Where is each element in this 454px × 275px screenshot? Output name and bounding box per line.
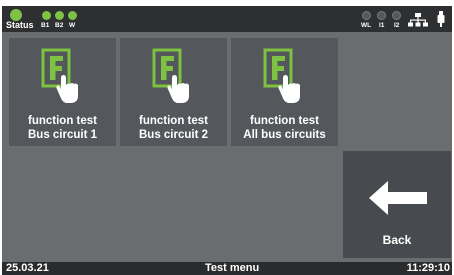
screen: Status B1 B2 W WL I1 I2 function test Bu… [2, 6, 452, 275]
indicator-label-wl: WL [361, 22, 372, 29]
indicator-led-w [68, 11, 77, 20]
function-test-bus-circuit-1-button[interactable]: function test Bus circuit 1 [9, 38, 116, 146]
status-bar: Status B1 B2 W WL I1 I2 [2, 6, 452, 32]
back-label: Back [382, 233, 412, 247]
indicator-label-i1: I1 [379, 22, 385, 29]
indicator-led-wl [362, 11, 371, 20]
function-test-bus-circuit-2-button[interactable]: function test Bus circuit 2 [120, 38, 227, 146]
indicator-label-i2: I2 [394, 22, 400, 29]
tile-subtitle: All bus circuits [243, 129, 326, 141]
tile-subtitle: Bus circuit 2 [138, 129, 209, 141]
footer-title: Test menu [205, 262, 260, 274]
network-icon [408, 13, 428, 27]
function-test-all-bus-circuits-button[interactable]: function test All bus circuits [231, 38, 338, 146]
indicator-label-b2: B2 [55, 22, 64, 29]
footer-date: 25.03.21 [6, 262, 49, 274]
indicator-led-i1 [377, 11, 386, 20]
f-touch-icon [152, 48, 189, 103]
status-label: Status [6, 20, 34, 30]
indicator-led-b1 [42, 11, 51, 20]
indicator-label-w: W [69, 22, 76, 29]
back-button[interactable]: Back [343, 151, 451, 258]
footer-time: 11:29:10 [406, 262, 450, 274]
f-touch-icon [263, 48, 300, 103]
arrow-left-icon [369, 181, 427, 215]
footer-bar: 25.03.21 Test menu 11:29:10 [2, 262, 452, 275]
indicator-label-b1: B1 [41, 22, 50, 29]
tile-title: function test [28, 115, 97, 127]
f-touch-icon [41, 48, 78, 103]
tile-title: function test [250, 115, 319, 127]
tile-subtitle: Bus circuit 1 [27, 129, 98, 141]
usb-icon [437, 11, 445, 27]
indicator-led-b2 [55, 11, 64, 20]
indicator-led-i2 [392, 11, 401, 20]
tile-title: function test [139, 115, 208, 127]
